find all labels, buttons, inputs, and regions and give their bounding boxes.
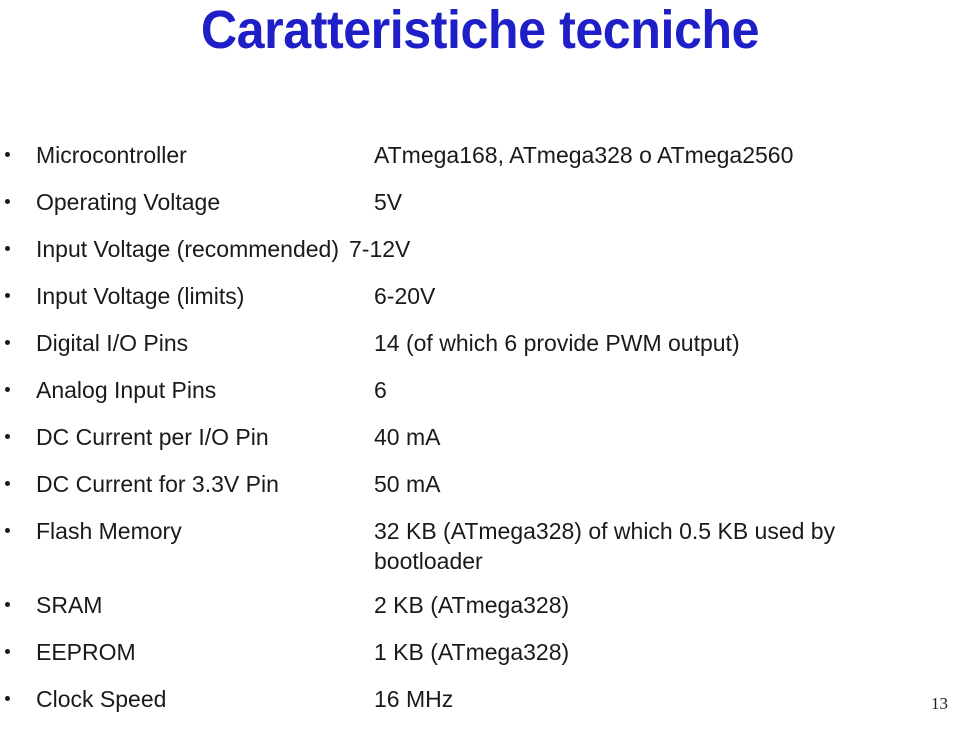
bullet-icon — [5, 293, 10, 298]
list-item: Microcontroller ATmega168, ATmega328 o A… — [0, 140, 960, 187]
spec-value: 14 (of which 6 provide PWM output) — [374, 330, 740, 356]
spec-label: Analog Input Pins — [36, 377, 217, 403]
spec-value: 5V — [374, 189, 403, 215]
bullet-icon — [5, 649, 10, 654]
spec-label: Digital I/O Pins — [36, 330, 189, 356]
spec-label: EEPROM — [36, 639, 136, 665]
spec-label: Flash Memory — [36, 518, 182, 544]
page-title: Caratteristiche tecniche — [200, 0, 760, 60]
list-item: SRAM 2 KB (ATmega328) — [0, 590, 960, 637]
list-item: Analog Input Pins 6 — [0, 375, 960, 422]
list-item: EEPROM 1 KB (ATmega328) — [0, 637, 960, 684]
list-item: DC Current for 3.3V Pin 50 mA — [0, 469, 960, 516]
spec-label: DC Current per I/O Pin — [36, 424, 269, 450]
spec-value: ATmega168, ATmega328 o ATmega2560 — [374, 142, 794, 168]
page-number: 13 — [931, 694, 948, 713]
list-item: Flash Memory 32 KB (ATmega328) of which … — [0, 516, 960, 590]
spec-value: 32 KB (ATmega328) of which 0.5 KB used b… — [374, 518, 836, 574]
bullet-icon — [5, 528, 10, 533]
spec-value: 50 mA — [374, 471, 441, 497]
bullet-icon — [5, 602, 10, 607]
bullet-icon — [5, 387, 10, 392]
list-item: DC Current per I/O Pin 40 mA — [0, 422, 960, 469]
bullet-icon — [5, 481, 10, 486]
spec-label: Input Voltage (limits) — [36, 283, 245, 309]
spec-value: 7-12V — [349, 236, 411, 262]
spec-label: Operating Voltage — [36, 189, 221, 215]
spec-label: SRAM — [36, 592, 103, 618]
spec-value: 6 — [374, 377, 387, 403]
specifications-list: Microcontroller ATmega168, ATmega328 o A… — [0, 140, 960, 731]
bullet-icon — [5, 246, 10, 251]
bullet-icon — [5, 152, 10, 157]
bullet-icon — [5, 199, 10, 204]
list-item: Clock Speed 16 MHz — [0, 684, 960, 731]
spec-label: Microcontroller — [36, 142, 187, 168]
spec-value: 40 mA — [374, 424, 441, 450]
bullet-icon — [5, 696, 10, 701]
spec-value: 6-20V — [374, 283, 436, 309]
list-item: Digital I/O Pins 14 (of which 6 provide … — [0, 328, 960, 375]
list-item: Input Voltage (limits) 6-20V — [0, 281, 960, 328]
spec-value: 16 MHz — [374, 686, 454, 712]
spec-label: DC Current for 3.3V Pin — [36, 471, 279, 497]
spec-value: 2 KB (ATmega328) — [374, 592, 570, 618]
spec-label: Clock Speed — [36, 686, 167, 712]
bullet-icon — [5, 340, 10, 345]
bullet-icon — [5, 434, 10, 439]
spec-label: Input Voltage (recommended) — [36, 236, 340, 262]
list-item: Operating Voltage 5V — [0, 187, 960, 234]
spec-value: 1 KB (ATmega328) — [374, 639, 570, 665]
list-item: Input Voltage (recommended) 7-12V — [0, 234, 960, 281]
